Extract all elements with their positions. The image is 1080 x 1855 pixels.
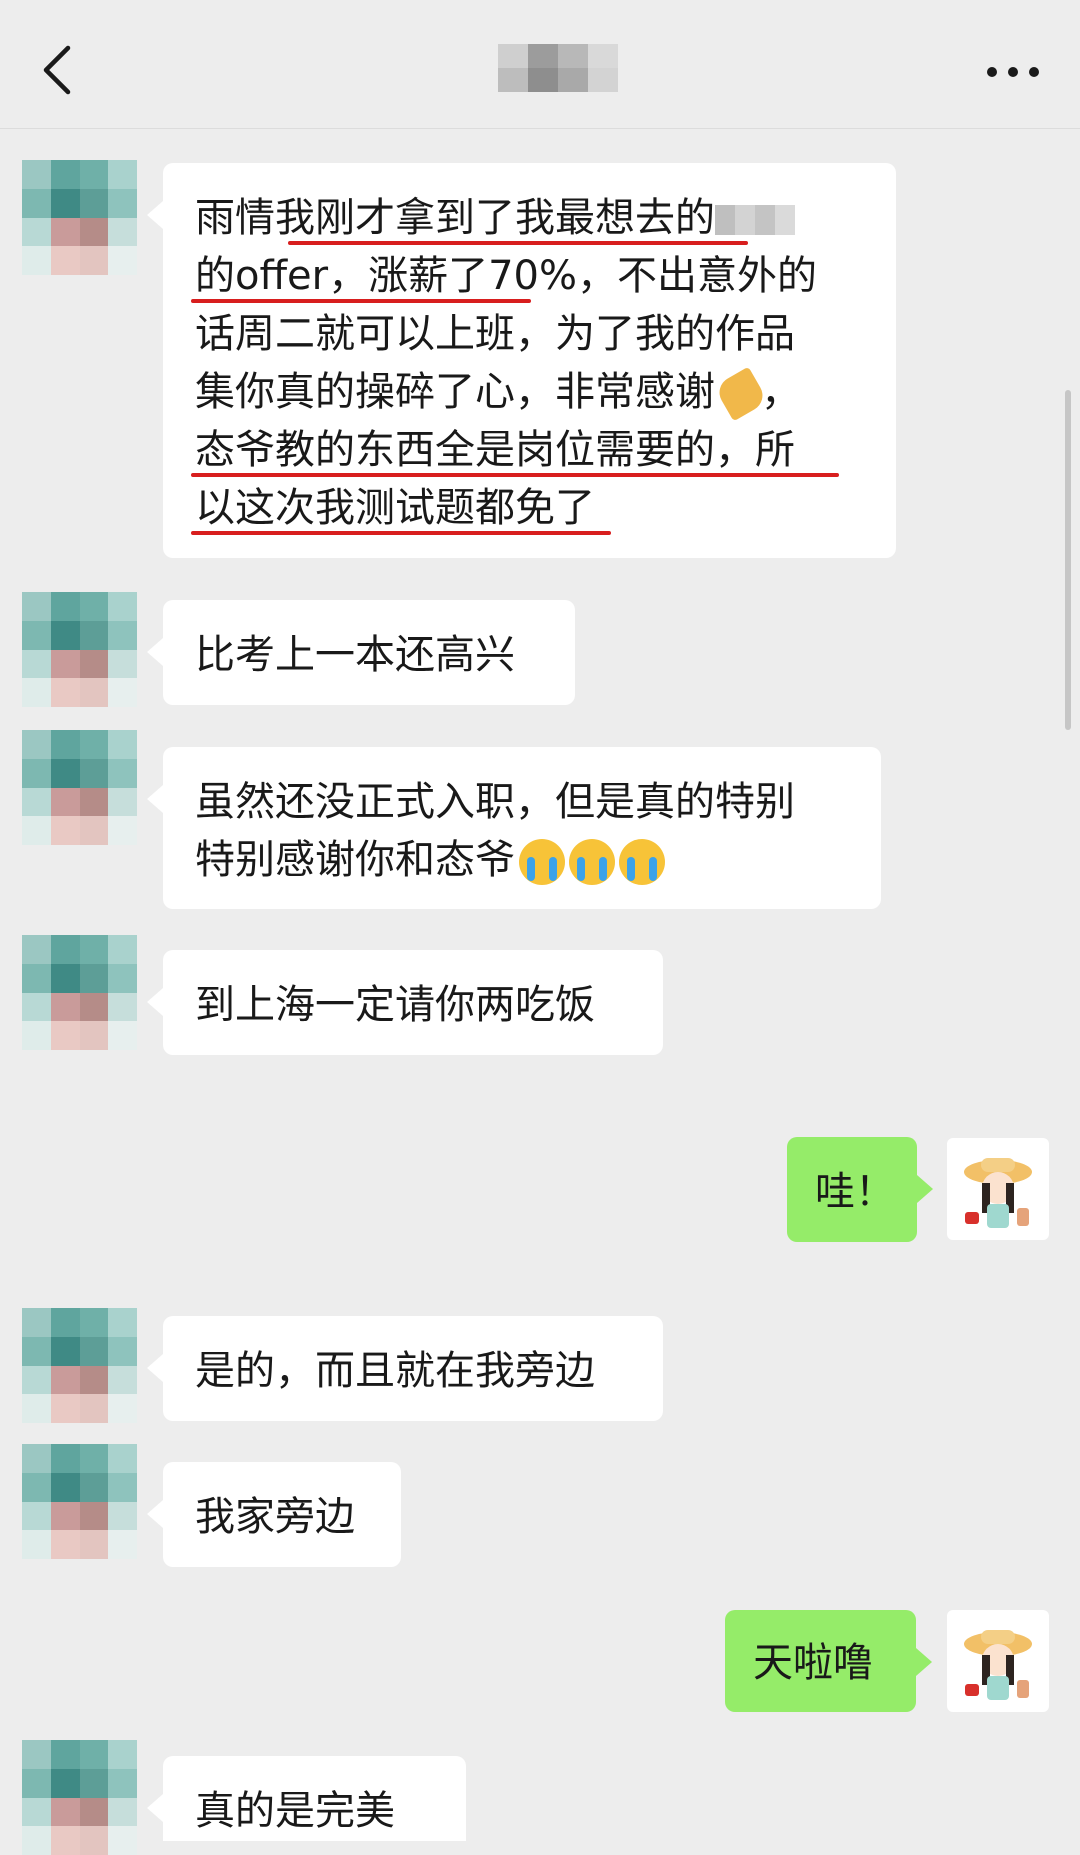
message-text: 哇！ (815, 1169, 895, 1215)
message-bubble[interactable]: 是的，而且就在我旁边 (147, 1316, 663, 1421)
more-button[interactable] (978, 52, 1048, 92)
message-text: 比考上一本还高兴 (195, 632, 515, 678)
message-line: 以这次我测试题都免了 (195, 485, 595, 531)
message-line: 集你真的操碎了心，非常感谢， (195, 363, 864, 422)
crying-emoji-icon (619, 839, 665, 885)
message-bubble[interactable]: 真的是完美 (147, 1756, 466, 1841)
message-text: 我家旁边 (195, 1494, 355, 1540)
chat-title-blurred (498, 44, 618, 92)
message-line: 态爷教的东西全是岗位需要的，所 (195, 427, 795, 473)
message-bubble[interactable]: 到上海一定请你两吃饭 (147, 950, 663, 1055)
message-text: 天啦噜 (753, 1640, 873, 1686)
message-bubble[interactable]: 虽然还没正式入职，但是真的特别 特别感谢你和态爷 (147, 747, 881, 909)
message-line: 话周二就可以上班，为了我的作品 (195, 311, 795, 357)
message-bubble-outgoing[interactable]: 天啦噜 (725, 1610, 932, 1712)
message-line: 的offer，涨薪了70%，不出意外的 (195, 253, 817, 299)
message-bubble[interactable]: 我家旁边 (147, 1462, 401, 1567)
contact-avatar[interactable] (22, 730, 137, 845)
contact-avatar[interactable] (22, 592, 137, 707)
contact-avatar[interactable] (22, 1740, 137, 1855)
message-bubble[interactable]: 雨情我刚才拿到了我最想去的 的offer，涨薪了70%，不出意外的 话周二就可以… (147, 163, 896, 558)
message-bubble[interactable]: 比考上一本还高兴 (147, 600, 575, 705)
crying-emoji-icon (519, 839, 565, 885)
message-text: 是的，而且就在我旁边 (195, 1348, 595, 1394)
message-text: 到上海一定请你两吃饭 (195, 982, 595, 1028)
chevron-left-icon (43, 45, 71, 95)
message-line: 虽然还没正式入职，但是真的特别 (195, 779, 795, 825)
message-line: 雨情我刚才拿到了我最想去的 (195, 189, 864, 247)
message-text: 真的是完美 (195, 1788, 395, 1834)
my-avatar[interactable] (947, 1138, 1049, 1240)
red-underline (191, 531, 611, 535)
back-button[interactable] (34, 40, 84, 100)
message-line: 特别感谢你和态爷 (195, 831, 849, 889)
red-underline (191, 473, 839, 477)
redacted-text (715, 205, 795, 235)
my-avatar[interactable] (947, 1610, 1049, 1712)
message-bubble-outgoing[interactable]: 哇！ (787, 1137, 933, 1242)
contact-avatar[interactable] (22, 1308, 137, 1423)
girl-with-hat-avatar-icon (964, 1630, 1032, 1700)
crying-emoji-icon (569, 839, 615, 885)
contact-avatar[interactable] (22, 935, 137, 1050)
contact-avatar[interactable] (22, 160, 137, 275)
scrollbar[interactable] (1065, 390, 1071, 730)
chat-header (0, 0, 1080, 129)
contact-avatar[interactable] (22, 1444, 137, 1559)
girl-with-hat-avatar-icon (964, 1158, 1032, 1228)
red-underline (288, 241, 748, 245)
red-underline (191, 299, 531, 303)
more-horizontal-icon (987, 67, 1039, 77)
